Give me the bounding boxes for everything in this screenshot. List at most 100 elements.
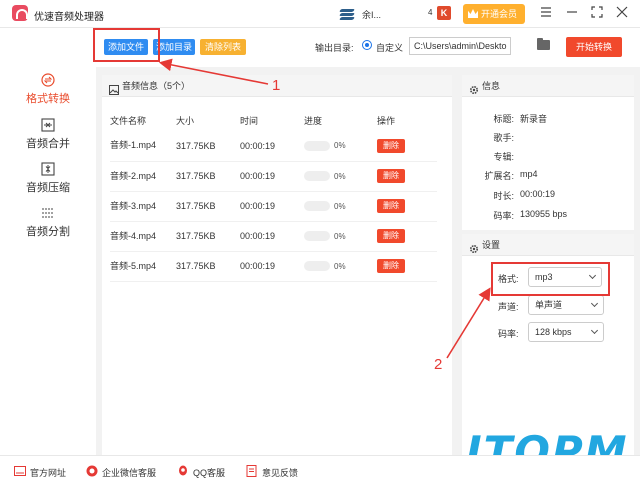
custom-radio[interactable] [362,40,372,50]
vip-button[interactable]: 开通会员 [463,4,525,24]
file-name: 音频-4.mp4 [110,230,157,241]
close-icon[interactable] [614,6,630,22]
table-row[interactable]: 音频-4.mp4 317.75KB 00:00:19 0% 删除 [110,221,437,251]
annotation-number-2: 2 [434,356,443,373]
file-time: 00:00:19 [240,231,276,241]
clear-list-button[interactable]: 清除列表 [200,39,246,55]
minimize-icon[interactable] [564,6,580,22]
crown-icon [468,9,478,18]
sidebar-item-format-convert[interactable]: 格式转换 [0,73,96,113]
file-size: 317.75KB [176,231,216,241]
progress-text: 0% [334,231,346,241]
col-size: 大小 [176,115,195,126]
progress-bar [304,261,330,272]
k-icon[interactable]: K [437,6,451,20]
annotation-box-2 [491,262,610,296]
official-site-link[interactable]: 官方网址 [14,466,66,479]
main-area: 音频信息（5个） 文件名称 大小 时间 进度 操作 音频-1.mp4 317.7… [96,67,640,455]
folder-icon[interactable] [537,38,550,50]
sidebar-item-merge[interactable]: 音频合并 [0,118,96,158]
file-panel-title: 音频信息（5个） [122,81,191,91]
bitrate-value: 128 kbps [535,327,572,337]
sidebar-item-label: 音频压缩 [26,182,70,194]
menu-icon[interactable] [538,6,554,22]
delete-button[interactable]: 删除 [377,199,405,213]
file-size: 317.75KB [176,261,216,271]
delete-button[interactable]: 删除 [377,229,405,243]
col-action: 操作 [377,115,396,126]
format-convert-icon [41,73,55,87]
col-time: 时间 [240,115,259,126]
feedback-link[interactable]: 意见反馈 [246,465,299,479]
chevron-down-icon [590,326,599,335]
channel-select[interactable]: 单声道 [528,295,604,315]
progress-bar [304,141,330,152]
bitrate-label: 码率: [498,329,519,339]
app-title: 优速音频处理器 [34,12,104,23]
progress-text: 0% [334,201,346,211]
info-panel-header: 信息 [462,75,634,97]
info-label: 码率: [493,211,514,221]
file-panel: 音频信息（5个） 文件名称 大小 时间 进度 操作 音频-1.mp4 317.7… [102,75,452,455]
web-icon [14,465,26,477]
info-value: 130955 bps [520,209,568,219]
custom-radio-label: 自定义 [376,43,404,53]
info-value: mp4 [520,169,538,179]
bitrate-select[interactable]: 128 kbps [528,322,604,342]
progress-text: 0% [334,171,346,181]
user-suffix: 4 [428,8,433,17]
delete-button[interactable]: 删除 [377,138,405,153]
qq-service-label: QQ客服 [193,468,226,478]
split-icon [41,206,55,220]
output-dir-label: 输出目录: [315,43,354,53]
file-time: 00:00:19 [240,171,276,181]
chat-icon [86,465,98,477]
qq-service-link[interactable]: QQ客服 [177,465,226,479]
qq-icon [177,465,189,477]
info-label: 专辑: [493,152,514,162]
wechat-service-link[interactable]: 企业微信客服 [86,465,157,479]
file-table: 文件名称 大小 时间 进度 操作 音频-1.mp4 317.75KB 00:00… [110,109,437,282]
col-progress: 进度 [304,115,323,126]
sidebar-item-label: 音频合并 [26,138,70,150]
delete-button[interactable]: 删除 [377,259,405,273]
wechat-service-label: 企业微信客服 [102,468,157,478]
table-row[interactable]: 音频-2.mp4 317.75KB 00:00:19 0% 删除 [110,161,437,191]
maximize-icon[interactable] [589,6,605,22]
delete-button[interactable]: 删除 [377,169,405,183]
sidebar-item-split[interactable]: 音频分割 [0,206,96,246]
info-label: 时长: [493,191,514,201]
user-badge-icon[interactable] [338,6,356,22]
sidebar-item-compress[interactable]: 音频压缩 [0,162,96,202]
progress-text: 0% [334,141,346,151]
annotation-number-1: 1 [272,77,281,94]
annotation-box-1 [93,28,160,62]
progress-text: 0% [334,261,346,271]
output-path-input[interactable]: C:\Users\admin\Deskto [409,37,511,55]
compress-icon [41,162,55,176]
file-name: 音频-3.mp4 [110,200,157,211]
file-time: 00:00:19 [240,140,276,151]
info-panel-title: 信息 [482,81,501,91]
feedback-label: 意见反馈 [262,468,299,478]
sidebar-item-label: 音频分割 [26,226,70,238]
info-panel: 信息 标题: 新录音 歌手: 专辑: 扩展名: mp4 时长: 00:00:19… [462,75,634,230]
table-row[interactable]: 音频-3.mp4 317.75KB 00:00:19 0% 删除 [110,191,437,221]
user-name[interactable]: 余I... [362,8,381,21]
file-name: 音频-1.mp4 [110,140,157,151]
info-label: 扩展名: [484,171,514,181]
settings-panel-header: 设置 [462,234,634,256]
file-time: 00:00:19 [240,261,276,271]
start-convert-button[interactable]: 开始转换 [566,37,622,57]
progress-bar [304,231,330,242]
settings-panel-title: 设置 [482,240,501,250]
feedback-icon [246,465,258,477]
table-row[interactable]: 音频-5.mp4 317.75KB 00:00:19 0% 删除 [110,251,437,281]
info-label: 标题: [493,114,514,124]
table-header: 文件名称 大小 时间 进度 操作 [110,109,437,131]
col-name: 文件名称 [110,115,147,126]
info-value: 00:00:19 [520,189,556,199]
file-name: 音频-5.mp4 [110,260,157,271]
title-bar: 优速音频处理器 余I... 4 K 开通会员 [0,0,640,28]
table-row[interactable]: 音频-1.mp4 317.75KB 00:00:19 0% 删除 [110,131,437,161]
